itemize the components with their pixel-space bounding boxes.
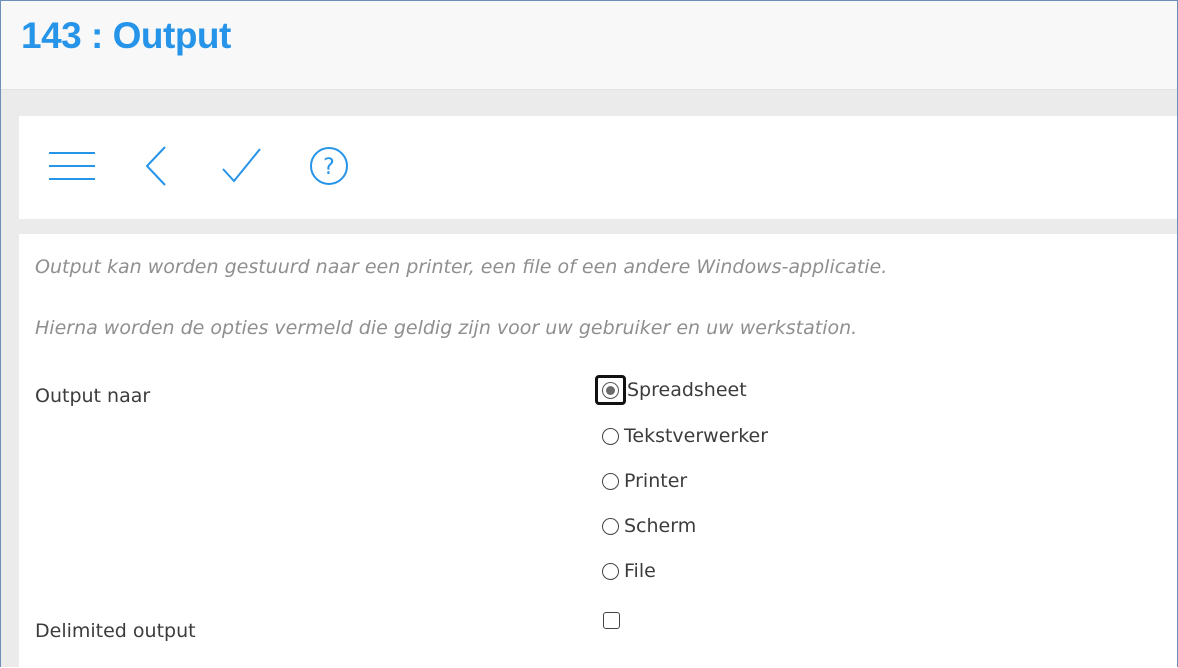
radio-label-printer: Printer <box>624 470 688 492</box>
radio-label-spreadsheet: Spreadsheet <box>627 379 747 401</box>
info-text-1: Output kan worden gestuurd naar een prin… <box>35 256 888 278</box>
radio-scherm[interactable]: Scherm <box>602 512 696 540</box>
title-bar: 143 : Output <box>1 1 1177 90</box>
radio-label-tekstverwerker: Tekstverwerker <box>624 425 769 447</box>
info-text-2: Hierna worden de opties vermeld die geld… <box>35 317 858 339</box>
radio-button[interactable] <box>602 517 619 535</box>
page-title: 143 : Output <box>21 15 231 56</box>
back-icon[interactable] <box>137 143 187 189</box>
radio-button[interactable] <box>602 562 619 580</box>
svg-text:?: ? <box>323 155 335 180</box>
radio-label-file: File <box>624 560 656 582</box>
radio-spreadsheet[interactable]: Spreadsheet <box>595 375 747 405</box>
delimited-output-label: Delimited output <box>35 620 196 642</box>
radio-tekstverwerker[interactable]: Tekstverwerker <box>602 422 768 450</box>
radio-file[interactable]: File <box>602 557 656 585</box>
confirm-icon[interactable] <box>217 143 267 189</box>
radio-button[interactable] <box>602 472 619 490</box>
help-icon[interactable]: ? <box>304 143 354 189</box>
radio-button-checked[interactable] <box>602 381 619 399</box>
delimited-output-checkbox[interactable] <box>603 612 620 629</box>
form-content: Output kan worden gestuurd naar een prin… <box>19 234 1177 667</box>
radio-printer[interactable]: Printer <box>602 467 687 495</box>
output-naar-label: Output naar <box>35 385 151 407</box>
focus-ring <box>595 375 626 405</box>
radio-button[interactable] <box>602 427 619 445</box>
radio-label-scherm: Scherm <box>624 515 697 537</box>
menu-icon[interactable] <box>47 143 97 189</box>
toolbar: ? <box>19 116 1177 219</box>
window-frame: 143 : Output ? Output kan worden gestuur… <box>0 0 1178 667</box>
